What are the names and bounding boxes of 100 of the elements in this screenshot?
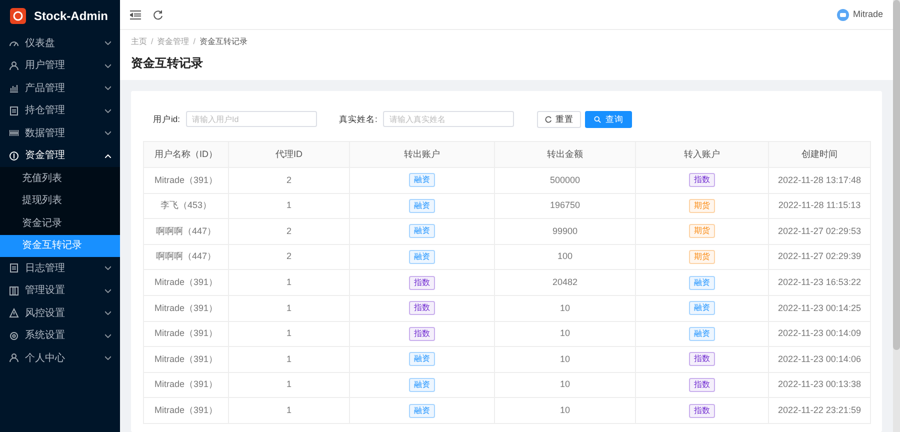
menu-item[interactable]: 日志管理 bbox=[0, 257, 120, 280]
menu-item[interactable]: 产品管理 bbox=[0, 77, 120, 100]
table-cell: 1 bbox=[228, 372, 350, 398]
menu-item[interactable]: 用户管理 bbox=[0, 54, 120, 77]
table-cell: Mitrade（391） bbox=[144, 346, 228, 372]
tag: 指数 bbox=[689, 378, 715, 392]
input-field[interactable]: 请输入真实姓名 bbox=[383, 111, 514, 127]
bars-icon bbox=[9, 128, 19, 138]
scrollbar[interactable] bbox=[893, 0, 900, 432]
tag: 期货 bbox=[689, 198, 715, 213]
user-icon bbox=[9, 60, 19, 71]
column-header: 转出金额 bbox=[494, 142, 636, 168]
app-title: Stock-Admin bbox=[34, 8, 108, 25]
table-cell: 2022-11-23 16:53:22 bbox=[768, 270, 870, 296]
submenu-item[interactable]: 提现列表 bbox=[0, 190, 120, 212]
table-cell: 啊啊啊（447） bbox=[144, 244, 228, 270]
tag: 期货 bbox=[689, 224, 715, 238]
menu-item[interactable]: 仪表盘 bbox=[0, 32, 120, 54]
reset-button[interactable]: 重置 bbox=[537, 110, 582, 128]
caret-down-icon bbox=[105, 64, 111, 68]
tag: 融资 bbox=[689, 301, 715, 316]
table-cell: 2022-11-28 11:15:13 bbox=[768, 193, 870, 219]
table-cell: 2022-11-23 00:13:38 bbox=[768, 372, 870, 398]
avatar-icon[interactable] bbox=[836, 8, 849, 20]
refresh-icon[interactable] bbox=[153, 10, 163, 20]
menu-item[interactable]: 资金管理 bbox=[0, 144, 120, 167]
tag: 指数 bbox=[689, 173, 715, 188]
refresh-icon bbox=[545, 116, 552, 122]
caret-down-icon bbox=[105, 266, 111, 270]
column-header: 转出账户 bbox=[350, 142, 494, 168]
table-cell: 2022-11-27 02:29:39 bbox=[768, 244, 870, 270]
tag: 融资 bbox=[409, 198, 435, 213]
tag: 融资 bbox=[409, 404, 435, 418]
tag: 融资 bbox=[409, 378, 435, 392]
table-cell: 2022-11-23 00:14:06 bbox=[768, 346, 870, 372]
menu-item[interactable]: 系统设置 bbox=[0, 324, 120, 347]
table-cell: 10 bbox=[494, 372, 636, 398]
tag: 期货 bbox=[689, 250, 715, 264]
field-label: 用户id: bbox=[153, 112, 180, 126]
menu-item[interactable]: 持仓管理 bbox=[0, 100, 120, 122]
table-cell: 2022-11-27 02:29:53 bbox=[768, 218, 870, 244]
caret-down-icon bbox=[105, 86, 111, 90]
tag: 融资 bbox=[689, 276, 715, 290]
submenu-item[interactable]: 资金记录 bbox=[0, 212, 120, 234]
table-cell: Mitrade（391） bbox=[144, 295, 228, 322]
gear-icon bbox=[9, 330, 19, 341]
table-cell: 10 bbox=[494, 295, 636, 322]
logo-icon bbox=[10, 8, 26, 24]
menu-fold-icon[interactable] bbox=[130, 10, 141, 20]
breadcrumb-current: 资金互转记录 bbox=[199, 36, 248, 48]
input-field[interactable]: 请输入用户Id bbox=[186, 111, 317, 127]
breadcrumb-separator: / bbox=[193, 36, 196, 48]
table-cell: Mitrade（391） bbox=[144, 270, 228, 296]
menu-item[interactable]: 数据管理 bbox=[0, 122, 120, 144]
table-cell: Mitrade（391） bbox=[144, 168, 228, 194]
table-cell: Mitrade（391） bbox=[144, 398, 228, 424]
tag: 指数 bbox=[689, 404, 715, 418]
menu-item[interactable]: 风控设置 bbox=[0, 302, 120, 324]
tag: 融资 bbox=[409, 352, 435, 366]
column-header: 转入账户 bbox=[636, 142, 768, 168]
column-header: 用户名称（ID） bbox=[144, 142, 228, 168]
table-cell: 啊啊啊（447） bbox=[144, 218, 228, 244]
menu-item[interactable]: 个人中心 bbox=[0, 347, 120, 370]
caret-down-icon bbox=[105, 334, 111, 338]
table-cell: 196750 bbox=[494, 193, 636, 219]
table-cell: 2 bbox=[228, 168, 350, 194]
submenu-item[interactable]: 充值列表 bbox=[0, 167, 120, 190]
table-cell: 2022-11-28 13:17:48 bbox=[768, 168, 870, 194]
document-icon bbox=[9, 106, 19, 116]
table-cell: 2 bbox=[228, 218, 350, 244]
table-cell: 10 bbox=[494, 321, 636, 347]
menu-item[interactable]: 管理设置 bbox=[0, 280, 120, 302]
tag: 融资 bbox=[409, 173, 435, 188]
user-name[interactable]: Mitrade bbox=[852, 8, 883, 22]
caret-down-icon bbox=[105, 288, 111, 293]
table-cell: 李飞（453） bbox=[144, 193, 228, 219]
column-header: 创建时间 bbox=[768, 142, 870, 168]
warning-icon bbox=[9, 308, 19, 318]
bar-chart-icon bbox=[9, 83, 19, 94]
tag: 指数 bbox=[409, 301, 435, 316]
user-icon bbox=[9, 353, 19, 364]
table-cell: 1 bbox=[228, 270, 350, 296]
table-cell: 100 bbox=[494, 244, 636, 270]
grid-icon bbox=[9, 286, 19, 296]
table-cell: 10 bbox=[494, 346, 636, 372]
column-header: 代理ID bbox=[228, 142, 350, 168]
caret-up-icon bbox=[105, 154, 111, 158]
caret-down-icon bbox=[105, 356, 111, 360]
tag: 指数 bbox=[409, 276, 435, 290]
table-cell: 1 bbox=[228, 321, 350, 347]
tag: 融资 bbox=[689, 326, 715, 341]
search-icon bbox=[594, 116, 602, 122]
caret-down-icon bbox=[105, 41, 111, 46]
table-cell: 1 bbox=[228, 193, 350, 219]
document-icon bbox=[9, 263, 19, 274]
table-cell: 2 bbox=[228, 244, 350, 270]
page-title: 资金互转记录 bbox=[131, 55, 204, 72]
table-cell: 1 bbox=[228, 346, 350, 372]
table-cell: 1 bbox=[228, 295, 350, 322]
table-cell: 99900 bbox=[494, 218, 636, 244]
